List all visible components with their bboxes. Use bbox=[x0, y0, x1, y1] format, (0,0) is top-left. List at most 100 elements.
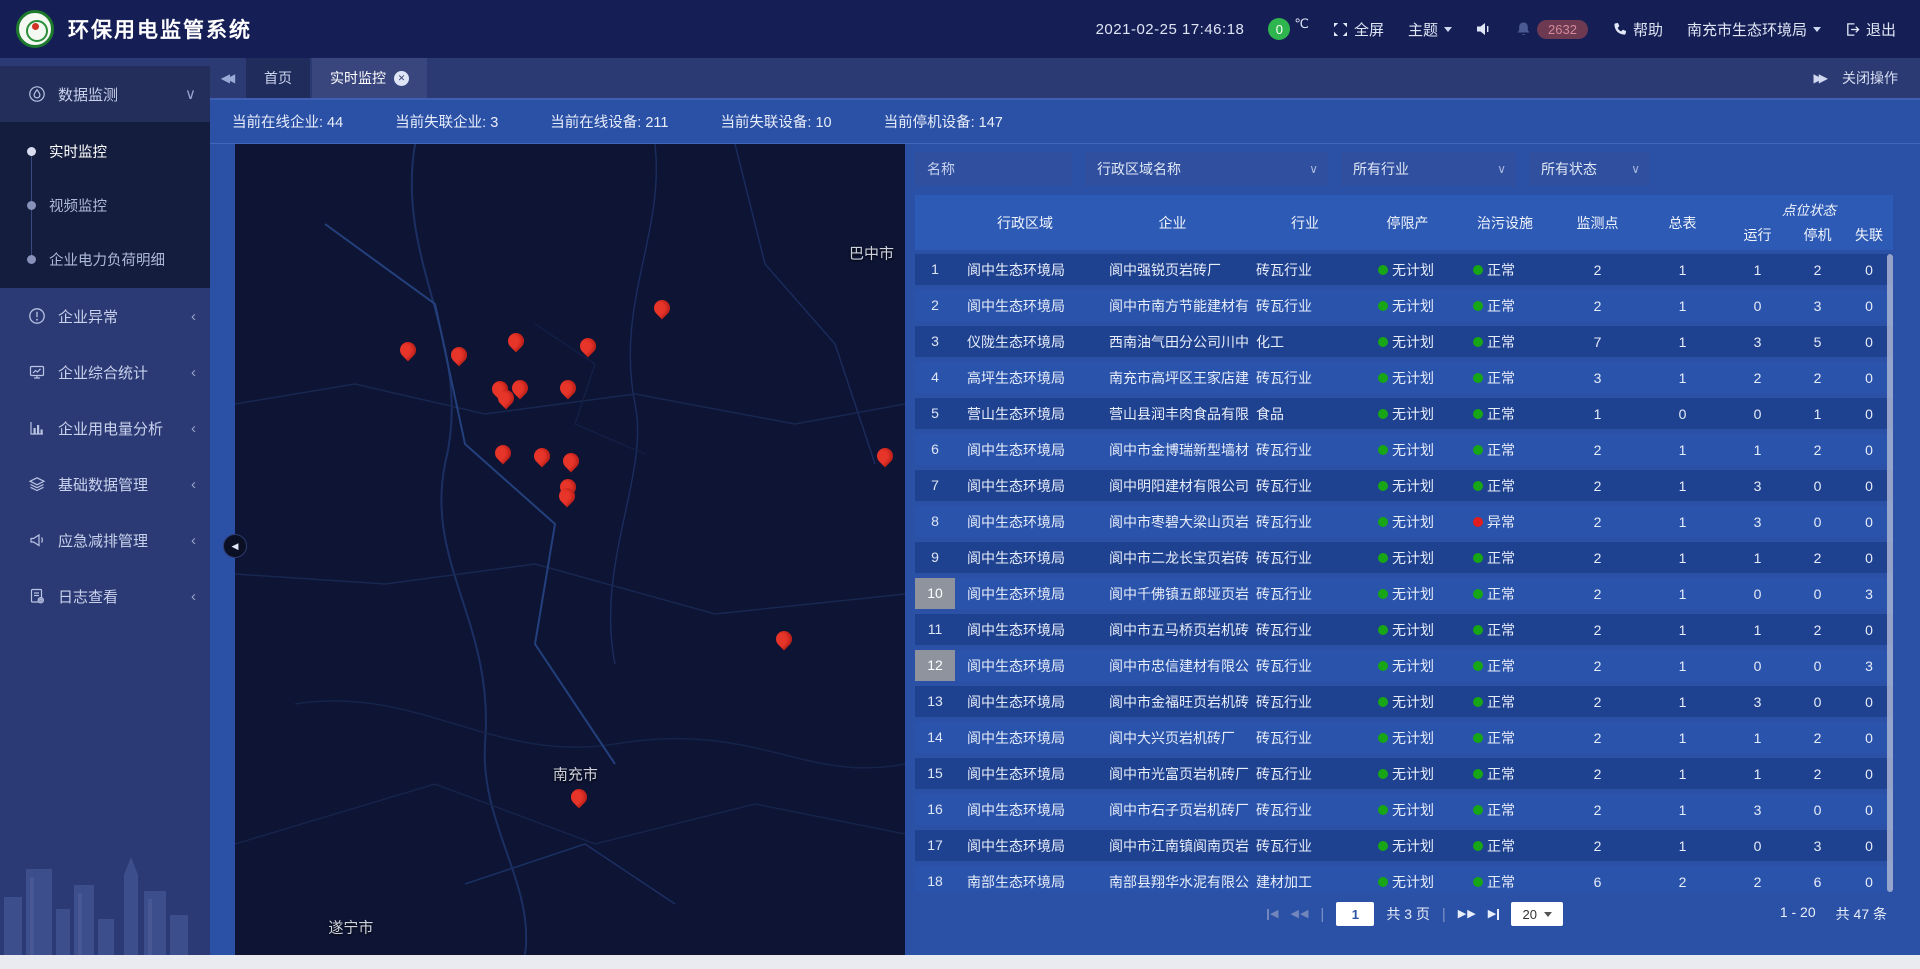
col-number bbox=[915, 195, 955, 250]
tab-home[interactable]: 首页 bbox=[246, 58, 310, 98]
table-row[interactable]: 14阆中生态环境局阆中大兴页岩机砖厂砖瓦行业无计划正常21120 bbox=[915, 722, 1893, 753]
map-city-label: 遂宁市 bbox=[328, 916, 373, 937]
cell-region: 营山生态环境局 bbox=[955, 404, 1095, 424]
table-row[interactable]: 15阆中生态环境局阆中市光富页岩机砖厂砖瓦行业无计划正常21120 bbox=[915, 758, 1893, 789]
cell-region: 阆中生态环境局 bbox=[955, 728, 1095, 748]
cell-monitor: 2 bbox=[1555, 622, 1640, 638]
next-page-button[interactable]: ▶▶ bbox=[1458, 909, 1476, 920]
table-row[interactable]: 3仪陇生态环境局西南油气田分公司川中化工无计划正常71350 bbox=[915, 326, 1893, 357]
cell-industry: 砖瓦行业 bbox=[1250, 440, 1360, 460]
collapse-tabs-button[interactable]: ◀◀ bbox=[210, 58, 246, 98]
pagination-bar: ◀ ◀◀ | 共 3 页 | ▶▶ ▶ 20 1 - bbox=[915, 898, 1893, 930]
cell-limit-production: 无计划 bbox=[1360, 512, 1455, 532]
status-filter-value: 所有状态 bbox=[1541, 159, 1597, 179]
cell-stop: 2 bbox=[1790, 262, 1845, 278]
cell-industry: 砖瓦行业 bbox=[1250, 656, 1360, 676]
cell-stop: 5 bbox=[1790, 334, 1845, 350]
app-title: 环保用电监管系统 bbox=[68, 14, 252, 44]
cell-region: 阆中生态环境局 bbox=[955, 260, 1095, 280]
map[interactable]: 巴中市南充市遂宁市 ◀ bbox=[235, 144, 905, 955]
sidebar-item-realtime-monitoring[interactable]: 实时监控 bbox=[0, 124, 210, 178]
cell-lost: 0 bbox=[1845, 442, 1893, 458]
table-row[interactable]: 17阆中生态环境局阆中市江南镇阆南页岩砖瓦行业无计划正常21030 bbox=[915, 830, 1893, 861]
logout-button[interactable]: 退出 bbox=[1845, 19, 1896, 40]
chevron-down-icon bbox=[1544, 912, 1552, 921]
cell-company: 营山县润丰肉食品有限 bbox=[1095, 404, 1250, 424]
limit-status-text: 无计划 bbox=[1392, 872, 1434, 892]
industry-filter-select[interactable]: 所有行业 ∨ bbox=[1341, 152, 1516, 186]
prev-page-button[interactable]: ◀◀ bbox=[1290, 909, 1308, 920]
cell-company: 阆中市二龙长宝页岩砖 bbox=[1095, 548, 1250, 568]
sidebar-group-label: 数据监测 bbox=[58, 84, 118, 105]
org-menu[interactable]: 南充市生态环境局 bbox=[1687, 19, 1821, 40]
table-row[interactable]: 11阆中生态环境局阆中市五马桥页岩机砖砖瓦行业无计划正常21120 bbox=[915, 614, 1893, 645]
layers-icon bbox=[28, 475, 46, 493]
sidebar-group-emergency-reduction[interactable]: 应急减排管理‹ bbox=[0, 512, 210, 568]
facility-status-text: 正常 bbox=[1487, 296, 1515, 316]
page-number-input[interactable] bbox=[1336, 902, 1374, 926]
sidebar-item-power-load-detail[interactable]: 企业电力负荷明细 bbox=[0, 232, 210, 286]
status-filter-select[interactable]: 所有状态 ∨ bbox=[1529, 152, 1650, 186]
log-file-icon bbox=[28, 587, 46, 605]
col-company: 企业 bbox=[1095, 195, 1250, 250]
cell-company: 阆中市金福旺页岩机砖 bbox=[1095, 692, 1250, 712]
name-filter-input[interactable] bbox=[915, 152, 1072, 186]
status-dot-green bbox=[1378, 733, 1388, 743]
table-row[interactable]: 12阆中生态环境局阆中市忠信建材有限公砖瓦行业无计划正常21003 bbox=[915, 650, 1893, 681]
sidebar-group-enterprise-statistics[interactable]: 企业综合统计‹ bbox=[0, 344, 210, 400]
table-row[interactable]: 1阆中生态环境局阆中强锐页岩砖厂砖瓦行业无计划正常21120 bbox=[915, 254, 1893, 285]
stat-label: 当前停机设备: bbox=[884, 115, 975, 131]
sidebar-group-data-monitoring[interactable]: 数据监测∨ bbox=[0, 66, 210, 122]
map-collapse-button[interactable]: ◀ bbox=[223, 534, 247, 558]
cell-lost: 0 bbox=[1845, 262, 1893, 278]
cell-limit-production: 无计划 bbox=[1360, 548, 1455, 568]
col-region: 行政区域 bbox=[955, 195, 1095, 250]
mute-button[interactable] bbox=[1476, 22, 1492, 36]
first-page-button[interactable]: ◀ bbox=[1267, 909, 1278, 920]
table-row[interactable]: 4高坪生态环境局南充市高坪区王家店建砖瓦行业无计划正常31220 bbox=[915, 362, 1893, 393]
help-button[interactable]: 帮助 bbox=[1612, 19, 1663, 40]
tab-label: 首页 bbox=[264, 68, 292, 88]
last-page-button[interactable]: ▶ bbox=[1488, 909, 1499, 920]
cell-monitor: 2 bbox=[1555, 298, 1640, 314]
cell-meter: 1 bbox=[1640, 334, 1725, 350]
sidebar-group-enterprise-abnormal[interactable]: 企业异常‹ bbox=[0, 288, 210, 344]
table-row[interactable]: 2阆中生态环境局阆中市南方节能建材有砖瓦行业无计划正常21030 bbox=[915, 290, 1893, 321]
fullscreen-button[interactable]: 全屏 bbox=[1333, 19, 1384, 40]
table-row[interactable]: 10阆中生态环境局阆中千佛镇五郎垭页岩砖瓦行业无计划正常21003 bbox=[915, 578, 1893, 609]
table-row[interactable]: 8阆中生态环境局阆中市枣碧大梁山页岩砖瓦行业无计划异常21300 bbox=[915, 506, 1893, 537]
table-scrollbar[interactable] bbox=[1887, 254, 1893, 892]
facility-status-text: 正常 bbox=[1487, 728, 1515, 748]
cell-industry: 砖瓦行业 bbox=[1250, 476, 1360, 496]
table-row[interactable]: 16阆中生态环境局阆中市石子页岩机砖厂砖瓦行业无计划正常21300 bbox=[915, 794, 1893, 825]
cell-monitor: 2 bbox=[1555, 766, 1640, 782]
sidebar-group-base-data-management[interactable]: 基础数据管理‹ bbox=[0, 456, 210, 512]
table-row[interactable]: 9阆中生态环境局阆中市二龙长宝页岩砖砖瓦行业无计划正常21120 bbox=[915, 542, 1893, 573]
status-dot-green bbox=[1473, 265, 1483, 275]
cell-limit-production: 无计划 bbox=[1360, 368, 1455, 388]
facility-status-text: 正常 bbox=[1487, 332, 1515, 352]
sidebar-group-power-usage-analysis[interactable]: 企业用电量分析‹ bbox=[0, 400, 210, 456]
sidebar-group-log-view[interactable]: 日志查看‹ bbox=[0, 568, 210, 624]
close-operations-menu[interactable]: ▶▶ 关闭操作 bbox=[1814, 58, 1920, 98]
table-body: 1阆中生态环境局阆中强锐页岩砖厂砖瓦行业无计划正常211202阆中生态环境局阆中… bbox=[915, 254, 1893, 892]
theme-menu[interactable]: 主题 bbox=[1408, 19, 1452, 40]
sidebar-item-video-monitoring[interactable]: 视频监控 bbox=[0, 178, 210, 232]
table-row[interactable]: 7阆中生态环境局阆中明阳建材有限公司砖瓦行业无计划正常21300 bbox=[915, 470, 1893, 501]
tab-close-icon[interactable]: ✕ bbox=[394, 71, 409, 86]
chevron-left-icon: ‹ bbox=[191, 588, 196, 605]
double-arrow-right-icon: ▶▶ bbox=[1814, 71, 1828, 85]
facility-status-text: 正常 bbox=[1487, 836, 1515, 856]
page-size-select[interactable]: 20 bbox=[1511, 902, 1563, 926]
tab-realtime-monitoring[interactable]: 实时监控✕ bbox=[312, 58, 427, 98]
region-filter-select[interactable]: 行政区域名称 ∨ bbox=[1085, 152, 1328, 186]
table-row[interactable]: 5营山生态环境局营山县润丰肉食品有限食品无计划正常10010 bbox=[915, 398, 1893, 429]
table-row[interactable]: 13阆中生态环境局阆中市金福旺页岩机砖砖瓦行业无计划正常21300 bbox=[915, 686, 1893, 717]
status-dot-green bbox=[1473, 589, 1483, 599]
table-row[interactable]: 6阆中生态环境局阆中市金博瑞新型墙材砖瓦行业无计划正常21120 bbox=[915, 434, 1893, 465]
bar-chart-icon bbox=[28, 419, 46, 437]
table-row[interactable]: 18南部生态环境局南部县翔华水泥有限公建材加工无计划正常62260 bbox=[915, 866, 1893, 892]
notifications[interactable]: 2632 bbox=[1516, 20, 1588, 39]
stat-label: 当前失联企业: bbox=[395, 115, 486, 131]
cell-monitor: 6 bbox=[1555, 874, 1640, 890]
